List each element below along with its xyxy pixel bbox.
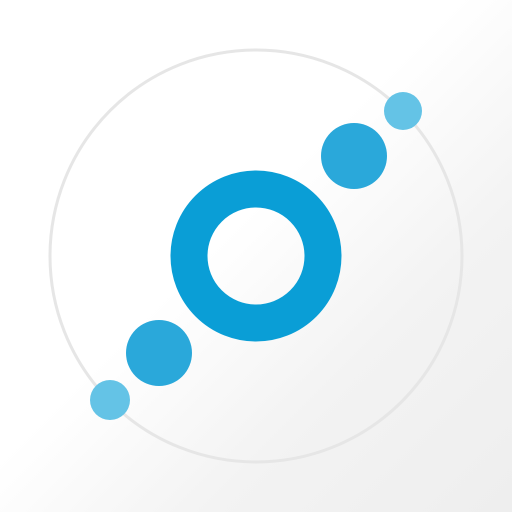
small-dot-upper-right <box>384 92 422 130</box>
center-ring <box>170 170 342 342</box>
large-dot-upper-right <box>321 123 387 189</box>
orbit-dots-logo-icon <box>48 48 464 464</box>
large-dot-lower-left <box>126 320 192 386</box>
app-icon <box>0 0 512 512</box>
small-dot-lower-left <box>90 380 130 420</box>
